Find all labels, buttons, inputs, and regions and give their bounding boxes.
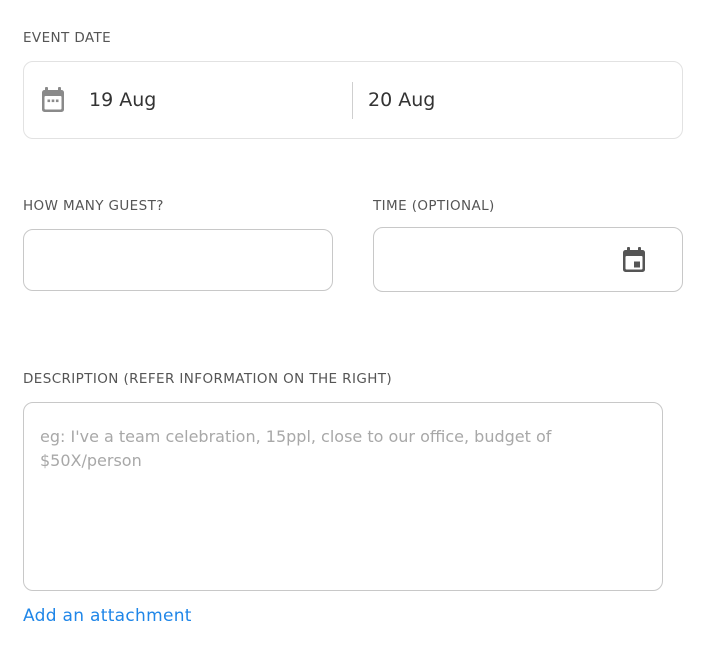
end-date-value[interactable]: 20 Aug — [368, 88, 435, 112]
description-label: DESCRIPTION (REFER INFORMATION ON THE RI… — [23, 371, 393, 387]
description-placeholder: eg: I've a team celebration, 15ppl, clos… — [40, 427, 552, 470]
date-range-divider — [352, 82, 353, 119]
event-date-range-picker[interactable]: 19 Aug 20 Aug — [23, 61, 683, 139]
time-input[interactable] — [373, 227, 683, 292]
start-date-value[interactable]: 19 Aug — [89, 88, 156, 112]
guests-input[interactable] — [23, 229, 333, 291]
guests-label: HOW MANY GUEST? — [23, 198, 164, 214]
calendar-icon — [41, 86, 67, 114]
event-date-label: EVENT DATE — [23, 30, 112, 46]
calendar-event-icon[interactable] — [622, 246, 648, 274]
time-label: TIME (OPTIONAL) — [373, 198, 495, 214]
add-attachment-link[interactable]: Add an attachment — [23, 606, 192, 626]
description-textarea[interactable]: eg: I've a team celebration, 15ppl, clos… — [23, 402, 663, 591]
